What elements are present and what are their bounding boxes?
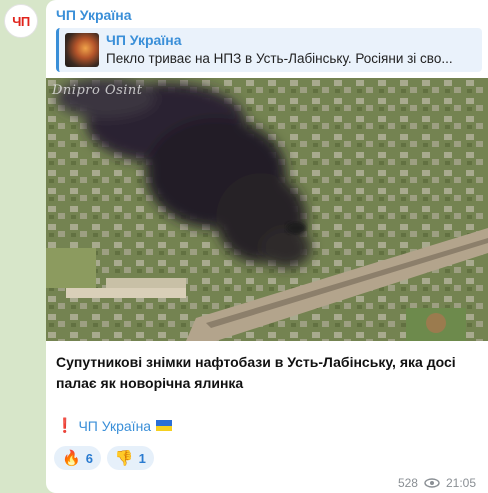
ukraine-flag-icon [156,420,173,431]
reaction-fire[interactable]: 🔥 6 [54,446,101,470]
reply-text: Пекло триває на НПЗ в Усть-Лабінську. Ро… [106,51,453,66]
reactions: 🔥 6 👎 1 [54,446,154,470]
view-count: 528 [397,476,418,490]
thumbs-down-icon: 👎 [114,449,134,467]
sender-name[interactable]: ЧП Україна [56,7,132,23]
eye-icon [424,478,440,488]
satellite-image [46,78,488,341]
signature-link[interactable]: ЧП Україна [78,418,151,434]
message-time: 21:05 [445,476,476,490]
exclamation-icon: ❗ [56,417,74,433]
reaction-count: 6 [85,450,93,466]
channel-avatar[interactable]: ЧП [4,4,38,38]
message-meta: 528 21:05 [398,476,476,490]
message-bubble: ЧП Україна ЧП Україна Пекло триває на НП… [46,0,488,493]
reply-sender: ЧП Україна [106,32,182,48]
message-caption: Супутникові знімки нафтобази в Усть-Лабі… [56,354,456,391]
reply-quote[interactable]: ЧП Україна Пекло триває на НПЗ в Усть-Ла… [56,28,482,72]
signature: ❗ ЧП Україна [56,417,173,434]
photo-watermark: Dnipro Osint [52,83,143,98]
avatar-text: ЧП [12,13,30,29]
reaction-count: 1 [138,450,146,466]
fire-icon: 🔥 [62,449,81,467]
satellite-photo[interactable]: Dnipro Osint [46,78,488,341]
reply-thumbnail [65,33,99,67]
reaction-thumbs-down[interactable]: 👎 1 [106,446,154,470]
